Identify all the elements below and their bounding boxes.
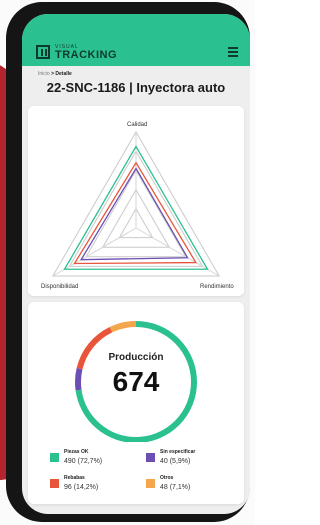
- legend-item-rebabas: Rebabas 96 (14,2%): [50, 475, 140, 499]
- legend-swatch: [50, 453, 59, 462]
- legend-item-otros: Otros 48 (7,1%): [146, 475, 236, 499]
- legend-name: Otros: [160, 475, 174, 481]
- radar-axis-label-right: Rendimiento: [200, 284, 234, 290]
- radar-card: Calidad Rendimiento Disponibilidad: [28, 106, 244, 296]
- legend-item-sin-especificar: Sin especificar 40 (5,9%): [146, 449, 236, 473]
- page-title: 22-SNC-1186 | Inyectora auto: [46, 80, 226, 95]
- breadcrumb-home[interactable]: Inicio: [38, 71, 50, 77]
- legend-swatch: [146, 453, 155, 462]
- radar-axis-label-top: Calidad: [127, 122, 148, 128]
- legend-swatch: [146, 479, 155, 488]
- production-label: Producción: [108, 352, 164, 363]
- legend-name: Rebabas: [64, 475, 85, 481]
- radar-series: [73, 161, 198, 265]
- legend-item-piezas-ok: Piezas OK 490 (72,7%): [50, 449, 140, 473]
- breadcrumb-current: Detalle: [55, 71, 72, 77]
- legend-swatch: [50, 479, 59, 488]
- brand-name: TRACKING: [55, 49, 118, 61]
- app-screen: VISUAL TRACKING Inicio > Detalle 22-SNC-…: [22, 14, 250, 514]
- legend-name: Piezas OK: [64, 449, 89, 455]
- logo-icon: [36, 45, 50, 59]
- radar-axis-label-left: Disponibilidad: [41, 284, 79, 290]
- phone-frame: VISUAL TRACKING Inicio > Detalle 22-SNC-…: [6, 2, 250, 522]
- legend-name: Sin especificar: [160, 449, 196, 455]
- production-value: 674: [112, 366, 160, 397]
- menu-icon[interactable]: [228, 47, 238, 57]
- breadcrumb: Inicio > Detalle: [38, 71, 72, 77]
- breadcrumb-separator: >: [51, 71, 54, 77]
- legend-value: 490 (72,7%): [64, 458, 103, 465]
- radar-chart: [51, 131, 221, 277]
- legend-value: 48 (7,1%): [160, 484, 191, 491]
- production-card: Producción 674 Piezas OK 490 (72,7%) Sin…: [28, 302, 244, 504]
- app-header: VISUAL TRACKING: [22, 14, 250, 66]
- legend-value: 40 (5,9%): [160, 458, 191, 465]
- legend-value: 96 (14,2%): [64, 484, 99, 491]
